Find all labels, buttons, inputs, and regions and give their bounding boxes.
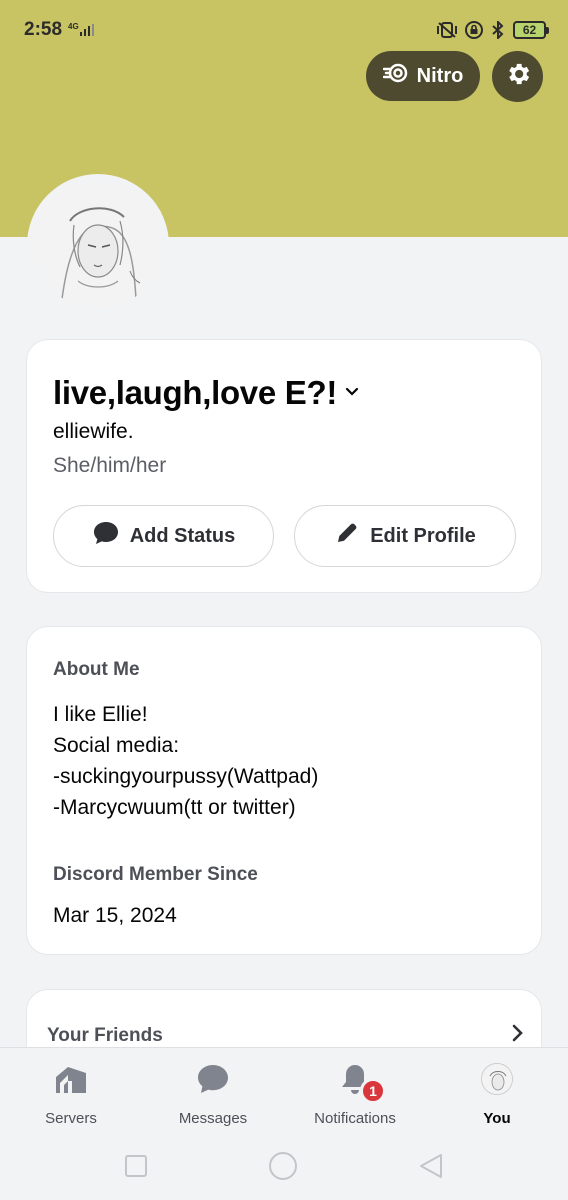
status-time: 2:58 4G <box>24 19 94 41</box>
nav-label: Notifications <box>314 1110 396 1127</box>
back-icon[interactable] <box>418 1153 444 1184</box>
nitro-icon <box>382 62 409 90</box>
signal-icon: 4G <box>68 22 94 36</box>
chevron-right-icon <box>511 1024 523 1047</box>
about-line: -Marcycwuum(tt or twitter) <box>53 796 296 819</box>
recents-icon[interactable] <box>124 1154 148 1183</box>
nav-you[interactable]: You <box>426 1048 568 1137</box>
nav-label: Messages <box>178 1110 248 1127</box>
profile-avatar[interactable] <box>27 174 169 316</box>
profile-card: live,laugh,love E?! elliewife. She/him/h… <box>26 339 542 593</box>
about-me-text: I like Ellie! Social media: -suckingyour… <box>53 699 318 823</box>
nav-label: Servers <box>45 1110 97 1127</box>
pencil-icon <box>334 520 360 552</box>
about-line: I like Ellie! <box>53 703 148 726</box>
nav-messages[interactable]: Messages <box>142 1048 284 1137</box>
nav-notifications[interactable]: 1 Notifications <box>284 1048 426 1137</box>
servers-icon <box>54 1062 88 1096</box>
member-since-heading: Discord Member Since <box>53 864 258 885</box>
status-bar: 2:58 4G 62 <box>0 0 568 60</box>
notification-badge: 1 <box>360 1078 386 1104</box>
battery-level: 62 <box>522 23 537 37</box>
nav-avatar-wrap <box>481 1062 513 1096</box>
edit-profile-label: Edit Profile <box>370 524 476 547</box>
about-me-heading: About Me <box>53 659 140 680</box>
speech-bubble-icon <box>92 520 120 552</box>
avatar <box>34 181 162 309</box>
nav-servers[interactable]: Servers <box>0 1048 142 1137</box>
edit-profile-button[interactable]: Edit Profile <box>294 505 516 567</box>
nitro-label: Nitro <box>416 64 464 87</box>
about-card: About Me I like Ellie! Social media: -su… <box>26 626 542 955</box>
add-status-label: Add Status <box>129 524 236 547</box>
clock: 2:58 <box>24 19 63 40</box>
about-line: -suckingyourpussy(Wattpad) <box>53 765 319 788</box>
messages-icon <box>196 1062 230 1096</box>
display-name: live,laugh,love E?! <box>53 374 338 411</box>
system-navigation-bar <box>0 1137 568 1200</box>
vibrate-icon <box>436 21 458 39</box>
battery-icon: 62 <box>513 21 549 39</box>
home-icon[interactable] <box>268 1151 298 1186</box>
avatar <box>481 1063 513 1095</box>
bluetooth-icon <box>490 21 506 39</box>
username: elliewife. <box>53 420 134 443</box>
gear-icon <box>504 60 532 93</box>
settings-button[interactable] <box>492 51 543 102</box>
nav-label: You <box>483 1110 511 1127</box>
vpn-lock-icon <box>465 21 483 39</box>
network-type: 4G <box>68 22 79 31</box>
display-name-selector[interactable]: live,laugh,love E?! <box>53 374 359 412</box>
about-line: Social media: <box>53 734 180 757</box>
nitro-button[interactable]: Nitro <box>366 51 480 101</box>
friends-heading: Your Friends <box>47 1024 163 1046</box>
pronouns: She/him/her <box>53 454 167 477</box>
add-status-button[interactable]: Add Status <box>53 505 274 567</box>
member-since-date: Mar 15, 2024 <box>53 904 177 927</box>
chevron-down-icon <box>345 384 359 402</box>
your-friends-row[interactable]: Your Friends <box>47 1024 523 1047</box>
bottom-navigation: Servers Messages 1 Notifications You <box>0 1047 568 1137</box>
